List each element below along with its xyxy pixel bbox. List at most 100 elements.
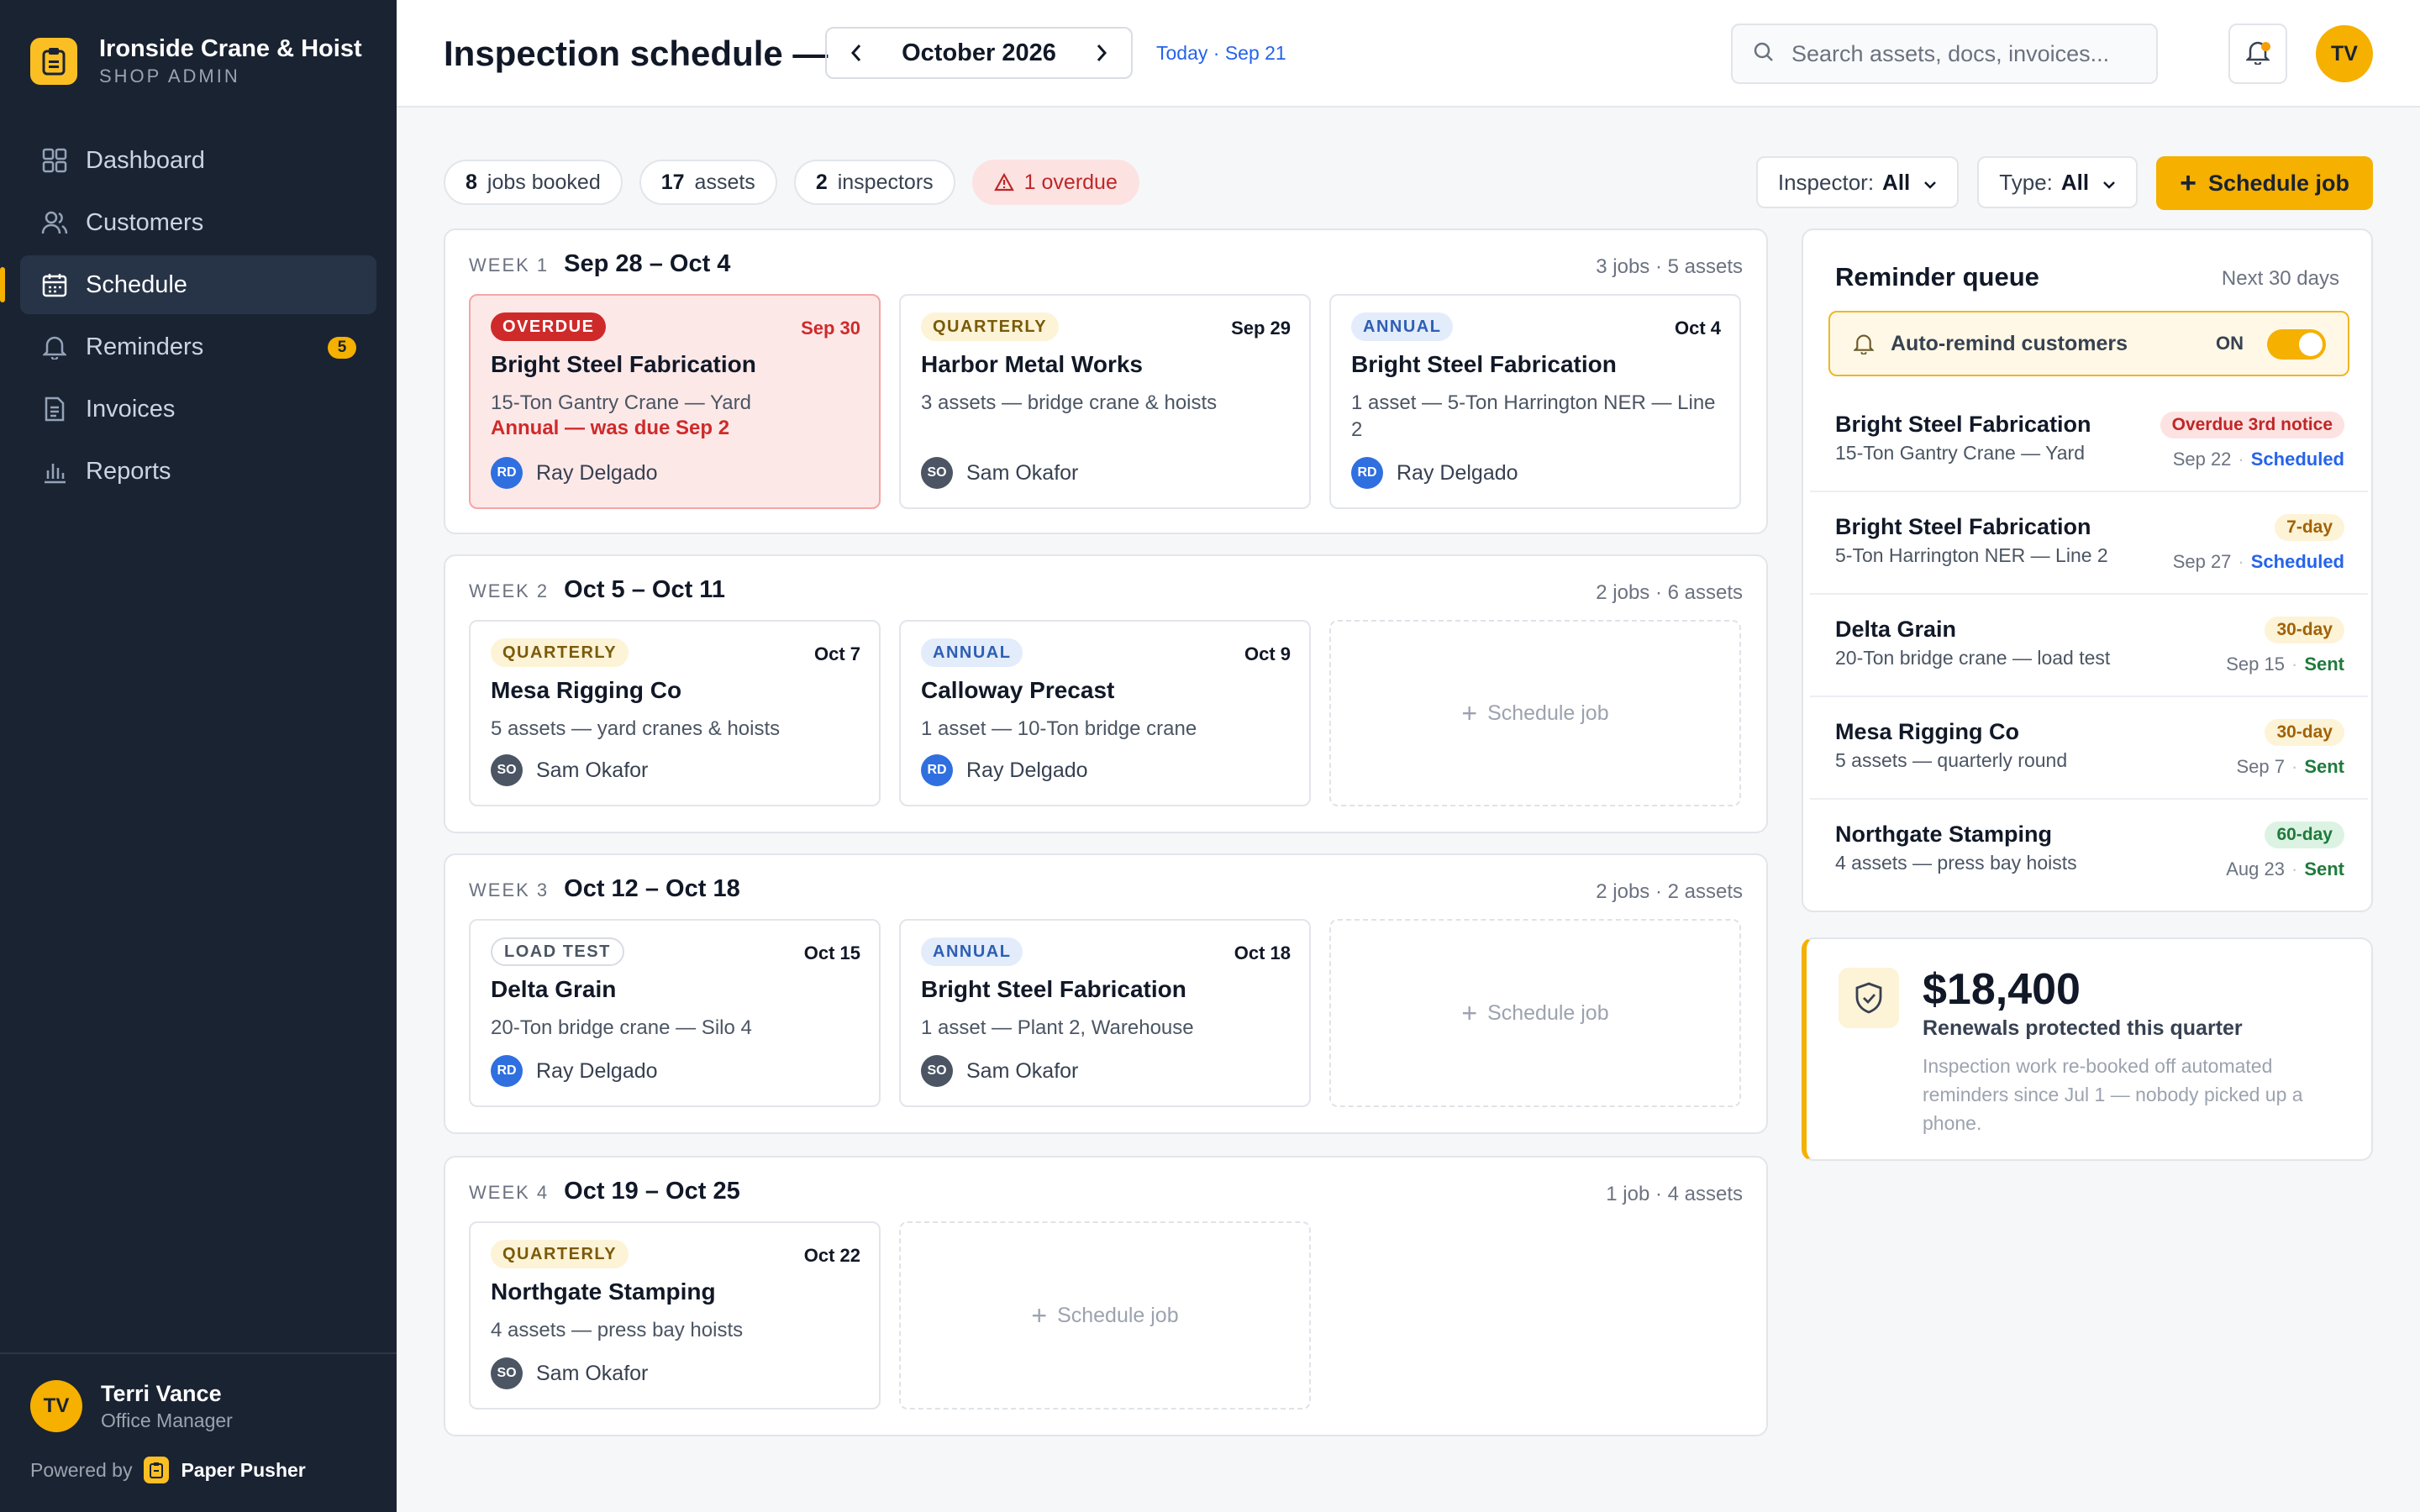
- schedule-job-slot[interactable]: + Schedule job: [1329, 919, 1741, 1107]
- reminder-queue-title: Reminder queue: [1835, 262, 2039, 291]
- paper-pusher-logo-icon: [144, 1457, 170, 1483]
- brand-subtitle: SHOP ADMIN: [99, 66, 240, 87]
- sidebar-footer: TV Terri Vance Office Manager Powered by…: [0, 1352, 397, 1483]
- avatar: TV: [30, 1380, 82, 1432]
- reminder-asset: 5 assets — quarterly round: [1835, 749, 2068, 771]
- sidebar-item-invoices[interactable]: Invoices: [20, 380, 376, 438]
- job-card[interactable]: QUARTERLY Oct 22 Northgate Stamping 4 as…: [469, 1221, 881, 1410]
- sidebar-item-reminders[interactable]: Reminders 5: [20, 318, 376, 376]
- sidebar-nav: Dashboard Customers Schedule Reminders 5…: [0, 131, 376, 504]
- sidebar-item-schedule[interactable]: Schedule: [0, 255, 376, 314]
- job-card[interactable]: QUARTERLY Oct 7 Mesa Rigging Co 5 assets…: [469, 620, 881, 806]
- job-tag: QUARTERLY: [921, 312, 1060, 341]
- today-link[interactable]: Today · Sep 21: [1156, 42, 1286, 65]
- reminder-badge: 30-day: [2265, 617, 2344, 643]
- sidebar-item-reports[interactable]: Reports: [20, 442, 376, 501]
- renewals-card: $18,400 Renewals protected this quarter …: [1802, 937, 2373, 1161]
- schedule-job-slot[interactable]: + Schedule job: [899, 1221, 1311, 1410]
- job-tag: ANNUAL: [1351, 312, 1454, 341]
- job-customer: Bright Steel Fabrication: [921, 976, 1186, 1002]
- inspector-filter[interactable]: Inspector: All: [1755, 156, 1960, 208]
- search-input[interactable]: [1791, 40, 2144, 67]
- job-card[interactable]: OVERDUE Sep 30 Bright Steel Fabrication …: [469, 294, 881, 509]
- sidebar-item-label: Schedule: [86, 270, 187, 298]
- plus-icon: +: [1461, 697, 1478, 728]
- job-card[interactable]: LOAD TEST Oct 15 Delta Grain 20-Ton brid…: [469, 919, 881, 1107]
- avatar[interactable]: TV: [2316, 25, 2373, 82]
- week-label: WEEK 1: [469, 255, 550, 276]
- bell-icon: [1854, 333, 1874, 354]
- renewals-amount: $18,400: [1923, 965, 2081, 1014]
- reminder-item[interactable]: Northgate Stamping 4 assets — press bay …: [1810, 800, 2368, 902]
- stat-assets: 17 assets: [639, 160, 777, 205]
- job-inspector: RD Ray Delgado: [491, 1055, 658, 1087]
- job-date: Sep 30: [801, 318, 860, 339]
- job-tag: LOAD TEST: [491, 937, 624, 966]
- powered-prefix: Powered by: [30, 1458, 133, 1481]
- job-inspector: RD Ray Delgado: [921, 754, 1088, 786]
- reminder-item[interactable]: Bright Steel Fabrication 5-Ton Harringto…: [1810, 492, 2368, 595]
- user-profile[interactable]: TV Terri Vance Office Manager: [30, 1379, 233, 1433]
- stat-inspectors: 2 inspectors: [793, 160, 955, 205]
- job-date: Oct 4: [1674, 318, 1721, 339]
- month-picker: October 2026: [825, 27, 1133, 79]
- sidebar-item-label: Dashboard: [86, 146, 205, 174]
- reminder-item[interactable]: Bright Steel Fabrication 15-Ton Gantry C…: [1810, 390, 2368, 492]
- schedule-job-button[interactable]: + Schedule job: [2156, 156, 2373, 210]
- powered-by: Powered by Paper Pusher: [30, 1457, 306, 1483]
- job-inspector: SO Sam Okafor: [491, 1357, 648, 1389]
- chevron-right-icon[interactable]: [1091, 42, 1113, 64]
- reminder-badge: 7-day: [2275, 514, 2344, 541]
- bell-icon: [40, 333, 69, 361]
- reminder-customer: Bright Steel Fabrication: [1835, 412, 2091, 437]
- stat-jobs-booked: 8 jobs booked: [444, 160, 623, 205]
- filter-bar: Inspector: All Type: All + Schedule job: [1738, 156, 2373, 210]
- week-range: Sep 28 – Oct 4: [564, 250, 731, 277]
- job-date: Oct 18: [1234, 942, 1291, 963]
- avatar: SO: [491, 754, 523, 786]
- users-icon: [40, 208, 69, 237]
- chevron-left-icon[interactable]: [845, 42, 867, 64]
- type-filter[interactable]: Type: All: [1977, 156, 2139, 208]
- job-inspector: SO Sam Okafor: [921, 457, 1078, 489]
- renewals-label: Renewals protected this quarter: [1923, 1016, 2243, 1040]
- notifications-button[interactable]: [2228, 24, 2287, 84]
- schedule-job-slot[interactable]: + Schedule job: [1329, 620, 1741, 806]
- reminder-meta: Sep 22 · Scheduled: [2172, 449, 2344, 470]
- reminder-item[interactable]: Mesa Rigging Co 5 assets — quarterly rou…: [1810, 697, 2368, 800]
- warning-icon: [993, 173, 1014, 192]
- week-card: WEEK 3 Oct 12 – Oct 18 2 jobs · 2 assets …: [444, 853, 1768, 1134]
- job-card[interactable]: ANNUAL Oct 9 Calloway Precast 1 asset — …: [899, 620, 1311, 806]
- reminder-item[interactable]: Delta Grain 20-Ton bridge crane — load t…: [1810, 595, 2368, 697]
- job-customer: Delta Grain: [491, 976, 617, 1002]
- sidebar-item-dashboard[interactable]: Dashboard: [20, 131, 376, 190]
- auto-remind-toggle[interactable]: [2267, 329, 2326, 360]
- sidebar-item-customers[interactable]: Customers: [20, 193, 376, 252]
- grid-icon: [40, 146, 69, 175]
- reminder-customer: Bright Steel Fabrication: [1835, 514, 2091, 539]
- calendar-icon: [40, 270, 69, 299]
- week-count: 3 jobs · 5 assets: [1596, 255, 1743, 278]
- job-tag: QUARTERLY: [491, 1240, 629, 1268]
- reminder-asset: 15-Ton Gantry Crane — Yard: [1835, 442, 2086, 464]
- job-inspector: RD Ray Delgado: [1351, 457, 1518, 489]
- job-card[interactable]: ANNUAL Oct 4 Bright Steel Fabrication 1 …: [1329, 294, 1741, 509]
- job-customer: Bright Steel Fabrication: [1351, 351, 1617, 377]
- stat-overdue[interactable]: 1 overdue: [971, 160, 1139, 205]
- plus-icon: +: [1461, 997, 1478, 1028]
- job-assets: 5 assets — yard cranes & hoists: [491, 717, 781, 740]
- brand[interactable]: Ironside Crane & Hoist SHOP ADMIN: [30, 34, 362, 89]
- job-assets: 3 assets — bridge crane & hoists: [921, 391, 1218, 414]
- top-header: Inspection schedule — October 2026 Today…: [397, 0, 2420, 108]
- clipboard-logo-icon: [30, 38, 77, 85]
- sidebar-item-label: Invoices: [86, 395, 176, 423]
- job-customer: Northgate Stamping: [491, 1278, 716, 1305]
- job-card[interactable]: ANNUAL Oct 18 Bright Steel Fabrication 1…: [899, 919, 1311, 1107]
- job-card[interactable]: QUARTERLY Sep 29 Harbor Metal Works 3 as…: [899, 294, 1311, 509]
- reminder-badge: 30-day: [2265, 719, 2344, 746]
- job-inspector: SO Sam Okafor: [491, 754, 648, 786]
- auto-remind-state: ON: [2216, 333, 2244, 354]
- chevron-down-icon: [1923, 170, 1937, 196]
- brand-name: Ironside Crane & Hoist: [99, 35, 362, 62]
- week-count: 2 jobs · 6 assets: [1596, 581, 1743, 604]
